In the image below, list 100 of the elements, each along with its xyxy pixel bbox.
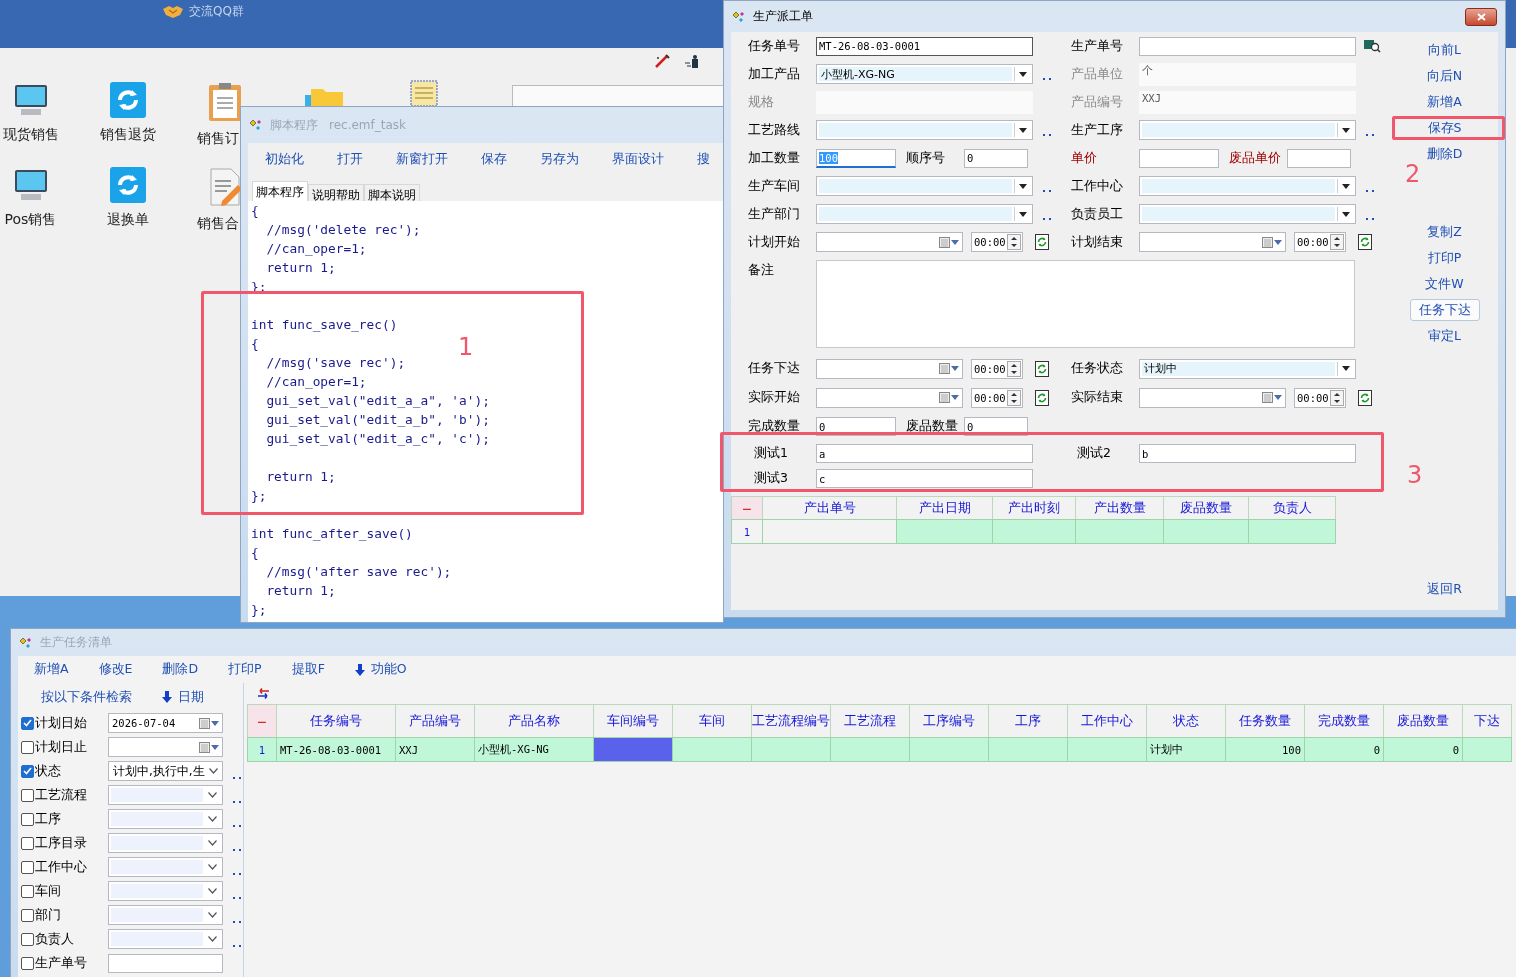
row-number: 1: [247, 737, 277, 762]
dispatch-button[interactable]: 任务下达: [1409, 299, 1480, 321]
toolbar-link[interactable]: 提取F: [291, 661, 325, 678]
field-label: 测试2: [1077, 445, 1112, 462]
action-link[interactable]: 打印P: [1427, 245, 1462, 271]
annotation-number: 3: [1407, 461, 1423, 489]
code-line: gui_set_val("edit_a_c", 'c');: [265, 431, 490, 446]
toolbar-link[interactable]: 搜: [697, 150, 710, 168]
table-cell[interactable]: 0: [1304, 737, 1384, 762]
code-line: {: [251, 203, 259, 218]
code-line: //can_oper=1;: [265, 374, 367, 389]
tab[interactable]: 脚本程序: [252, 181, 308, 201]
action-link[interactable]: 复制Z: [1427, 219, 1462, 245]
code-line: return 1;: [265, 260, 336, 275]
field-label: 生产工序: [1071, 121, 1124, 139]
toolbar-link[interactable]: 另存为: [540, 150, 579, 168]
toolbar-link[interactable]: 界面设计: [612, 150, 664, 168]
shortcut-label[interactable]: Pos销售: [4, 211, 57, 229]
code-line: };: [251, 602, 267, 617]
nav-link[interactable]: 删除D: [1426, 141, 1463, 167]
time-field[interactable]: 00:00: [971, 232, 1023, 252]
table-cell[interactable]: 小型机-XG-NG: [474, 737, 594, 762]
field-label: 产品编号: [1071, 93, 1124, 111]
field-label: 生产车间: [748, 177, 801, 195]
field-label: 产品单位: [1071, 65, 1124, 83]
toolbar-link[interactable]: 新增A: [34, 661, 69, 678]
field-label: 计划结束: [1071, 233, 1124, 251]
table-cell[interactable]: 计划中: [1146, 737, 1226, 762]
code-line: int func_save_rec(): [251, 317, 398, 332]
shortcut-label[interactable]: 退换单: [106, 211, 149, 229]
table-cell[interactable]: MT-26-08-03-0001: [276, 737, 396, 762]
field-label: 测试3: [754, 470, 789, 487]
table-cell[interactable]: 0: [1383, 737, 1463, 762]
shortcut-label[interactable]: 销售合: [197, 215, 239, 233]
header-link[interactable]: 交流QQ群: [189, 3, 244, 19]
shortcut-label[interactable]: 现货销售: [2, 126, 59, 144]
toolbar-link[interactable]: 修改E: [98, 661, 133, 678]
annotation-number: 2: [1405, 160, 1421, 188]
field-label: 任务单号: [748, 37, 801, 55]
return-link[interactable]: 返回R: [1427, 576, 1462, 602]
date-menu[interactable]: 日期: [162, 688, 204, 706]
field-label: 废品数量: [906, 418, 959, 435]
input-field[interactable]: MT-26-08-03-0001: [816, 36, 1033, 56]
time-field[interactable]: 00:00: [971, 387, 1023, 408]
shortcut-label[interactable]: 销售订: [197, 130, 239, 148]
input-field[interactable]: a: [816, 444, 1033, 463]
row-marker[interactable]: −: [247, 704, 277, 738]
table-cell[interactable]: XXJ: [395, 737, 475, 762]
filter-label: 工序: [35, 810, 62, 828]
field-label: 顺序号: [906, 149, 946, 167]
date-field[interactable]: 2026-07-04: [108, 713, 223, 733]
combo-box[interactable]: 小型机-XG-NG: [816, 64, 1033, 84]
input-field[interactable]: c: [816, 469, 1033, 488]
shortcut-label[interactable]: 销售退货: [99, 126, 156, 144]
filter-label: 状态: [35, 762, 62, 780]
toolbar-link[interactable]: 初始化: [265, 150, 304, 168]
field-label: 实际开始: [748, 389, 801, 406]
time-field[interactable]: 00:00: [1294, 387, 1346, 408]
input-field[interactable]: 0: [964, 148, 1028, 168]
toolbar-link[interactable]: 保存: [481, 150, 507, 168]
field-label: 备注: [748, 262, 775, 279]
toolbar-link[interactable]: 打印P: [228, 661, 262, 678]
field-label: 完成数量: [748, 418, 801, 435]
action-link[interactable]: 审定L: [1428, 323, 1461, 349]
field-label: 任务状态: [1071, 360, 1124, 377]
field-label: 废品单价: [1229, 149, 1282, 167]
field-label: 规格: [748, 93, 775, 111]
time-field[interactable]: 00:00: [971, 358, 1023, 379]
combo-box[interactable]: 计划中: [1139, 358, 1356, 379]
action-link[interactable]: 文件W: [1425, 271, 1464, 297]
field-label: 测试1: [754, 445, 789, 462]
filter-label: 计划日止: [35, 738, 88, 756]
column-header[interactable]: 负责人: [1248, 496, 1336, 520]
nav-link[interactable]: 新增A: [1427, 89, 1462, 115]
time-field[interactable]: 00:00: [1294, 232, 1346, 252]
nav-link[interactable]: 向后N: [1426, 63, 1463, 89]
field-label: 加工数量: [748, 149, 801, 167]
column-header[interactable]: 下达: [1462, 704, 1512, 738]
nav-link[interactable]: 向前L: [1428, 37, 1461, 63]
tab[interactable]: 脚本说明: [364, 184, 420, 201]
filter-label: 车间: [35, 882, 62, 900]
code-line: int func_after_save(): [251, 526, 413, 541]
annotation-number: 1: [458, 333, 474, 361]
field-label: 加工产品: [748, 65, 801, 83]
toolbar-link[interactable]: 功能O: [354, 661, 407, 678]
input-field[interactable]: b: [1139, 444, 1356, 463]
field-label: 生产单号: [1071, 37, 1124, 55]
code-line: {: [251, 545, 259, 560]
toolbar-link[interactable]: 新窗打开: [396, 150, 448, 168]
row-number: 1: [731, 519, 763, 544]
table-cell[interactable]: 100: [1225, 737, 1305, 762]
toolbar-link[interactable]: 打开: [337, 150, 363, 168]
code-line: //msg('delete rec');: [265, 222, 421, 237]
field-label: 生产部门: [748, 205, 801, 223]
combo-box[interactable]: 计划中,执行中,生: [108, 761, 223, 781]
tab[interactable]: 说明帮助: [308, 184, 364, 201]
toolbar-link[interactable]: 删除D: [162, 661, 199, 678]
code-line: return 1;: [265, 469, 336, 484]
row-marker[interactable]: −: [731, 496, 763, 520]
search-heading: 按以下条件检索: [41, 688, 132, 706]
